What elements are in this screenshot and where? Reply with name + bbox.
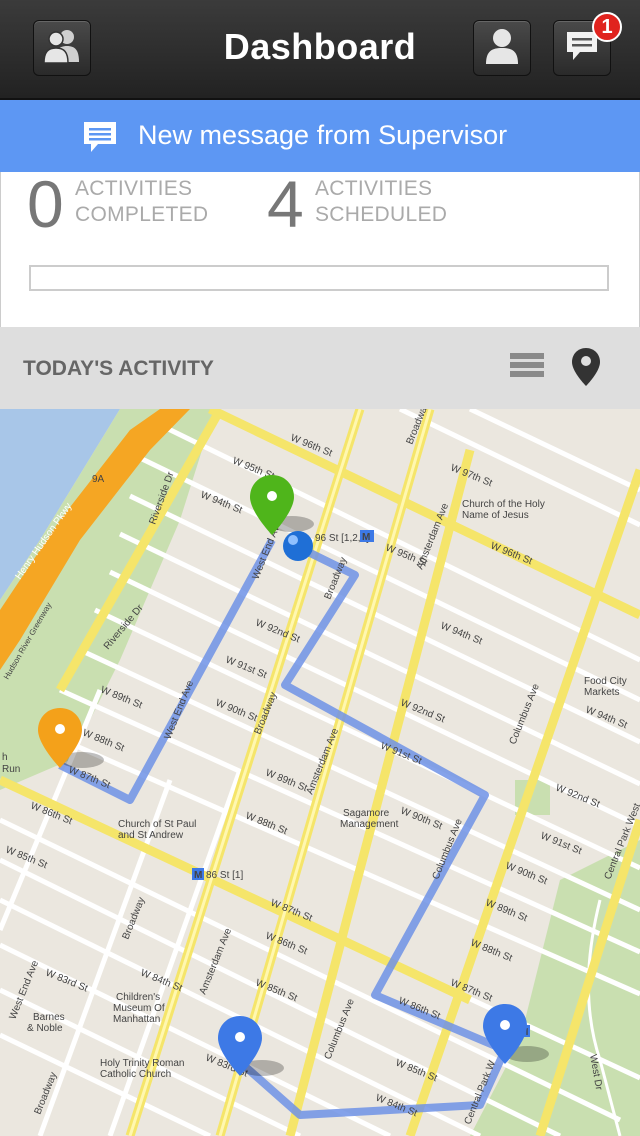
profile-button[interactable] bbox=[473, 20, 531, 76]
place-label: Food City bbox=[584, 676, 627, 687]
message-banner[interactable]: New message from Supervisor bbox=[0, 100, 640, 172]
scheduled-stat: 4 ACTIVITIES SCHEDULED bbox=[267, 167, 487, 242]
chat-bubble-icon bbox=[82, 120, 118, 159]
notification-badge: 1 bbox=[592, 12, 622, 42]
user-icon bbox=[482, 26, 522, 71]
banner-text: New message from Supervisor bbox=[138, 120, 508, 150]
place-label: Church of St Paul bbox=[118, 819, 196, 830]
street-label: h bbox=[2, 752, 8, 763]
activity-header: TODAY'S ACTIVITY bbox=[0, 327, 640, 410]
subway-icon-label: M bbox=[194, 870, 202, 881]
place-label: Holy Trinity Roman bbox=[100, 1058, 184, 1069]
page-title: Dashboard bbox=[223, 26, 417, 67]
place-label: and St Andrew bbox=[118, 830, 184, 841]
place-label: Name of Jesus bbox=[462, 510, 529, 521]
completed-stat: 0 ACTIVITIES COMPLETED bbox=[27, 167, 247, 242]
map-pin-icon[interactable] bbox=[571, 347, 601, 392]
place-label: Museum Of bbox=[113, 1003, 165, 1014]
place-label: Barnes bbox=[33, 1012, 65, 1023]
place-label: Manhattan bbox=[113, 1014, 160, 1025]
place-label: Children's bbox=[116, 992, 160, 1003]
current-location-dot bbox=[283, 531, 313, 561]
place-label: Management bbox=[340, 819, 399, 830]
place-label: & Noble bbox=[27, 1023, 63, 1034]
map-view[interactable]: W 96th St W 96th St W 95th St W 95th St … bbox=[0, 409, 640, 1136]
scheduled-label: ACTIVITIES SCHEDULED bbox=[315, 177, 448, 226]
map-canvas[interactable]: W 96th St W 96th St W 95th St W 95th St … bbox=[0, 409, 640, 1136]
place-label: Catholic Church bbox=[100, 1069, 171, 1080]
section-title: TODAY'S ACTIVITY bbox=[23, 357, 214, 380]
route-shield: 9A bbox=[92, 474, 105, 485]
completed-count: 0 bbox=[27, 167, 64, 241]
activity-stats: 0 ACTIVITIES COMPLETED 4 ACTIVITIES SCHE… bbox=[0, 167, 640, 327]
progress-bar bbox=[29, 265, 609, 291]
top-bar: Dashboard 1 bbox=[0, 0, 640, 100]
completed-label: ACTIVITIES COMPLETED bbox=[75, 177, 209, 226]
place-label: Church of the Holy bbox=[462, 499, 545, 510]
scheduled-count: 4 bbox=[267, 167, 304, 241]
subway-icon-label: M bbox=[362, 532, 370, 543]
subway-label: 86 St [1] bbox=[206, 870, 243, 881]
place-label: Sagamore bbox=[343, 808, 390, 819]
street-label: Run bbox=[2, 764, 20, 775]
list-view-icon[interactable] bbox=[510, 351, 544, 384]
place-label: Markets bbox=[584, 687, 620, 698]
